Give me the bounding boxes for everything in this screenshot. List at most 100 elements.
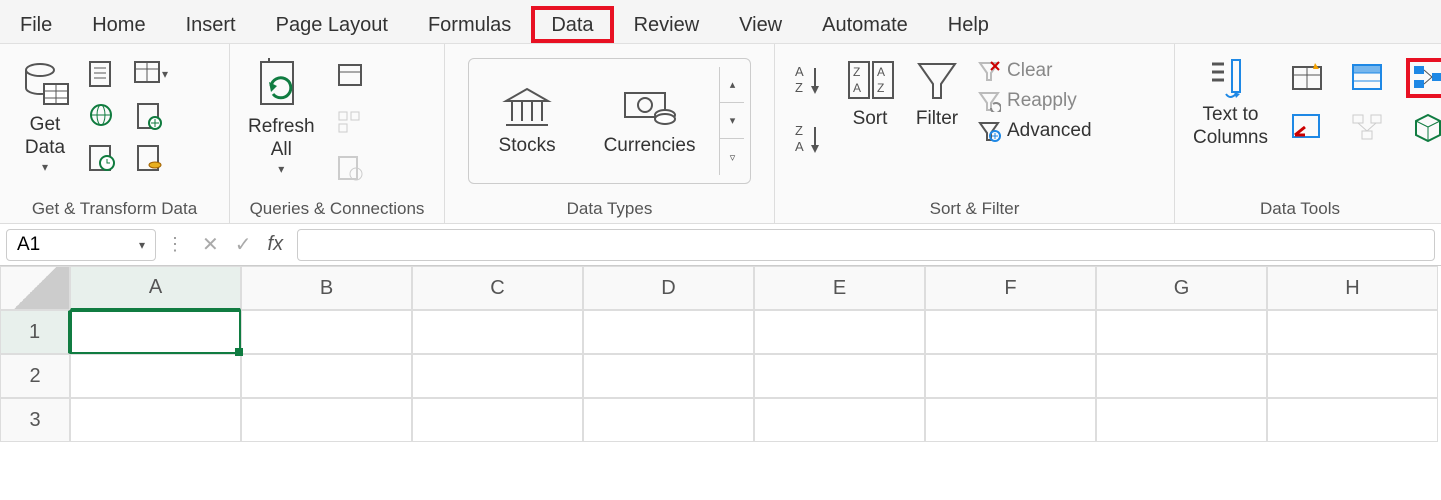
edit-links-icon[interactable] <box>333 150 369 186</box>
from-table-range-icon[interactable]: ▾ <box>132 56 168 92</box>
reapply-label: Reapply <box>1007 90 1077 112</box>
cell-h1[interactable] <box>1267 310 1438 354</box>
currencies-datatype[interactable]: Currencies <box>580 85 720 157</box>
cell-a3[interactable] <box>70 398 241 442</box>
col-header-e[interactable]: E <box>754 266 925 310</box>
chevron-down-icon: ▾ <box>42 160 48 174</box>
group-label-datatypes: Data Types <box>455 195 764 219</box>
advanced-label: Advanced <box>1007 120 1092 142</box>
flash-fill-button[interactable] <box>1286 58 1330 98</box>
cell-c2[interactable] <box>412 354 583 398</box>
sort-ascending-button[interactable]: AZ <box>793 62 827 101</box>
name-box-value: A1 <box>17 234 40 256</box>
cell-c1[interactable] <box>412 310 583 354</box>
tab-insert[interactable]: Insert <box>166 6 256 43</box>
col-header-h[interactable]: H <box>1267 266 1438 310</box>
from-picture-icon[interactable] <box>132 98 168 134</box>
cell-g1[interactable] <box>1096 310 1267 354</box>
col-header-f[interactable]: F <box>925 266 1096 310</box>
cell-d1[interactable] <box>583 310 754 354</box>
gallery-up[interactable]: ▴ <box>720 67 744 103</box>
text-to-columns-label: Text to Columns <box>1193 104 1268 150</box>
group-data-tools: Text to Columns ▾ Data Tools <box>1175 44 1425 223</box>
col-header-a[interactable]: A <box>70 266 241 310</box>
get-data-label: Get Data <box>25 114 65 160</box>
existing-connections-icon[interactable] <box>132 140 168 176</box>
col-header-d[interactable]: D <box>583 266 754 310</box>
cell-h3[interactable] <box>1267 398 1438 442</box>
filter-label: Filter <box>916 108 958 131</box>
row-header-1[interactable]: 1 <box>0 310 70 354</box>
sort-descending-button[interactable]: ZA <box>793 121 827 160</box>
insert-function-icon[interactable]: fx <box>260 233 292 256</box>
cell-b1[interactable] <box>241 310 412 354</box>
cell-a1[interactable] <box>70 310 241 354</box>
clear-filter-button[interactable]: Clear <box>977 60 1092 82</box>
cell-c3[interactable] <box>412 398 583 442</box>
cell-d3[interactable] <box>583 398 754 442</box>
cell-f1[interactable] <box>925 310 1096 354</box>
get-data-button[interactable]: Get Data ▾ <box>10 52 80 178</box>
tab-page-layout[interactable]: Page Layout <box>256 6 408 43</box>
select-all-corner[interactable] <box>0 266 70 310</box>
filter-button[interactable]: Filter <box>905 52 969 135</box>
from-text-csv-icon[interactable] <box>84 56 120 92</box>
reapply-icon <box>977 90 1001 112</box>
col-header-g[interactable]: G <box>1096 266 1267 310</box>
consolidate-button[interactable] <box>1406 58 1441 98</box>
tab-data[interactable]: Data <box>531 6 613 43</box>
tab-view[interactable]: View <box>719 6 802 43</box>
ribbon: Get Data ▾ ▾ Get & Transform Data Refres… <box>0 44 1441 224</box>
cell-b3[interactable] <box>241 398 412 442</box>
remove-duplicates-button[interactable] <box>1346 58 1390 98</box>
stocks-label: Stocks <box>499 135 556 157</box>
cell-h2[interactable] <box>1267 354 1438 398</box>
row-header-2[interactable]: 2 <box>0 354 70 398</box>
advanced-filter-button[interactable]: Advanced <box>977 120 1092 142</box>
cell-e3[interactable] <box>754 398 925 442</box>
cell-g2[interactable] <box>1096 354 1267 398</box>
row-header-3[interactable]: 3 <box>0 398 70 442</box>
cancel-formula-icon[interactable]: ✕ <box>194 232 227 257</box>
col-header-b[interactable]: B <box>241 266 412 310</box>
tab-home[interactable]: Home <box>72 6 165 43</box>
stocks-datatype[interactable]: Stocks <box>475 85 580 157</box>
name-box[interactable]: A1 ▾ <box>6 229 156 261</box>
group-get-transform: Get Data ▾ ▾ Get & Transform Data <box>0 44 230 223</box>
chevron-down-icon: ▾ <box>278 162 284 176</box>
cell-f3[interactable] <box>925 398 1096 442</box>
queries-connections-icon[interactable] <box>333 58 369 94</box>
reapply-filter-button[interactable]: Reapply <box>977 90 1092 112</box>
enter-formula-icon[interactable]: ✓ <box>227 232 260 257</box>
sort-dialog-icon: ZAAZ <box>843 56 897 104</box>
formula-bar: A1▾ ⋮ ✕ ✓ fx <box>0 224 1441 266</box>
recent-sources-icon[interactable] <box>84 140 120 176</box>
cell-d2[interactable] <box>583 354 754 398</box>
tab-help[interactable]: Help <box>928 6 1009 43</box>
from-web-icon[interactable] <box>84 98 120 134</box>
cell-b2[interactable] <box>241 354 412 398</box>
cell-e2[interactable] <box>754 354 925 398</box>
gallery-down[interactable]: ▾ <box>720 103 744 139</box>
data-validation-button[interactable] <box>1286 108 1330 148</box>
tab-review[interactable]: Review <box>614 6 720 43</box>
text-to-columns-button[interactable]: Text to Columns <box>1185 52 1276 154</box>
sort-button[interactable]: ZAAZ Sort <box>835 52 905 135</box>
cell-f2[interactable] <box>925 354 1096 398</box>
chevron-down-icon[interactable]: ▾ <box>139 238 145 252</box>
relationships-button[interactable] <box>1346 108 1390 148</box>
cell-e1[interactable] <box>754 310 925 354</box>
svg-text:A: A <box>795 139 804 154</box>
tab-file[interactable]: File <box>0 6 72 43</box>
formula-input[interactable] <box>297 229 1435 261</box>
tab-automate[interactable]: Automate <box>802 6 928 43</box>
cell-a2[interactable] <box>70 354 241 398</box>
refresh-all-button[interactable]: Refresh All ▾ <box>240 52 323 180</box>
manage-data-model-button[interactable] <box>1406 108 1441 148</box>
group-label-queries: Queries & Connections <box>240 195 434 219</box>
tab-formulas[interactable]: Formulas <box>408 6 531 43</box>
cell-g3[interactable] <box>1096 398 1267 442</box>
properties-icon[interactable] <box>333 104 369 140</box>
col-header-c[interactable]: C <box>412 266 583 310</box>
gallery-more[interactable]: ▿ <box>720 139 744 175</box>
